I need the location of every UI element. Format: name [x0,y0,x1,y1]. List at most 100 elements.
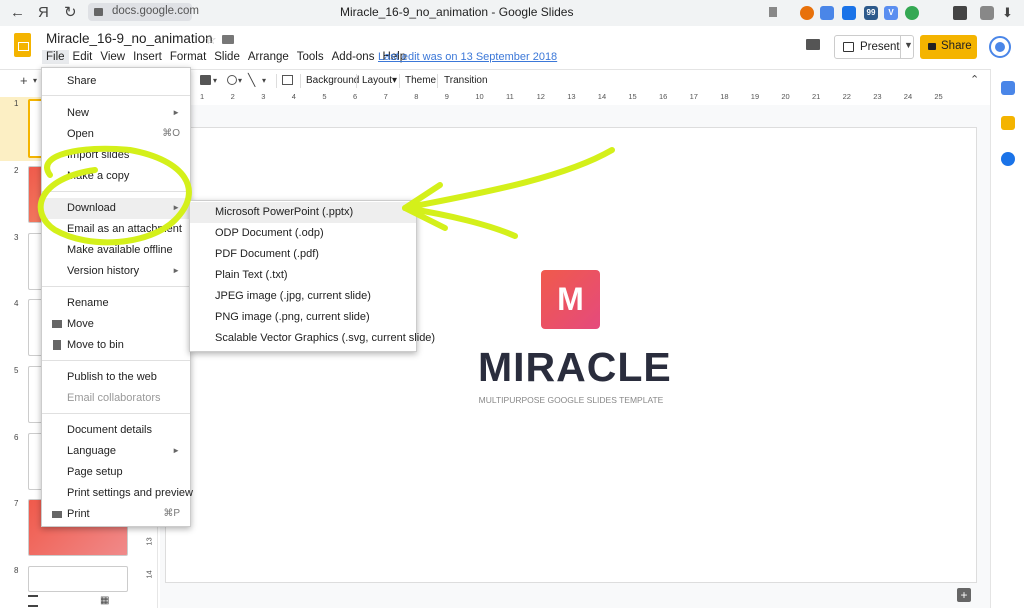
transition-button[interactable]: Transition [444,75,488,86]
present-icon [843,42,854,52]
menu-item-new[interactable]: New ► [42,103,190,124]
menu-item-print[interactable]: Print ⌘P [42,504,190,525]
slides-logo-icon[interactable] [14,33,31,57]
download-png[interactable]: PNG image (.png, current slide) [190,307,416,328]
menu-arrange[interactable]: Arrange [244,50,293,64]
menu-item-move-to-bin[interactable]: Move to bin [42,335,190,356]
ruler-number: 13 [567,92,576,101]
feedback-icon[interactable] [953,6,967,20]
translate-icon[interactable] [820,6,834,20]
extension-icon-1[interactable] [800,6,814,20]
shape-icon[interactable] [227,75,237,85]
menu-item-make-copy[interactable]: Make a copy [42,166,190,187]
avatar[interactable] [989,36,1011,58]
menu-item-email-attachment[interactable]: Email as an attachment [42,219,190,240]
present-button[interactable]: Present ▼ [834,35,914,59]
tasks-icon[interactable] [1001,152,1015,166]
layout-button[interactable]: Layout▾ [362,75,397,86]
comments-icon[interactable] [806,39,820,50]
menu-item-document-details[interactable]: Document details [42,420,190,441]
menu-item-rename[interactable]: Rename [42,293,190,314]
menu-item-label: Language [67,445,116,457]
chevron-right-icon: ► [172,108,180,117]
menu-view[interactable]: View [96,50,129,64]
document-title[interactable]: Miracle_16-9_no_animation [46,31,213,46]
menu-item-label: Version history [67,265,140,277]
reload-icon[interactable]: ↻ [64,4,77,22]
star-icon[interactable]: ☆ [205,32,217,48]
back-icon[interactable]: ← [10,4,25,22]
extension-v-icon[interactable]: V [884,6,898,20]
menu-item-label: Share [67,75,97,87]
ruler-number: 3 [261,92,266,101]
keep-icon[interactable] [1001,116,1015,130]
theme-button[interactable]: Theme [405,75,436,86]
extension-icon-4[interactable] [980,6,994,20]
calendar-icon[interactable] [1001,81,1015,95]
extension-icon-2[interactable] [842,6,856,20]
download-odp[interactable]: ODP Document (.odp) [190,223,416,244]
address-bar[interactable]: docs.google.com [88,3,199,21]
chevron-down-icon[interactable]: ▼ [904,40,913,50]
download-pdf[interactable]: PDF Document (.pdf) [190,244,416,265]
ruler-number: 20 [781,92,790,101]
extension-icon-3[interactable] [905,6,919,20]
chevron-down-icon[interactable]: ▾ [262,76,266,85]
chevron-down-icon[interactable]: ▾ [33,76,37,85]
add-slide-icon[interactable]: + [20,73,28,88]
background-button[interactable]: Background [306,75,359,86]
share-label: Share [941,40,972,52]
menu-item-publish-web[interactable]: Publish to the web [42,367,190,388]
slide-logo: M [541,270,600,329]
grid-view-icon[interactable]: ▦ [100,595,109,606]
collapse-toolbar-icon[interactable]: ⌃ [970,73,979,86]
menu-item-available-offline[interactable]: Make available offline [42,240,190,261]
ruler-number: 9 [444,92,449,101]
yandex-icon[interactable]: Я [38,4,49,22]
menu-item-import-slides[interactable]: Import slides [42,145,190,166]
menu-addons[interactable]: Add-ons [328,50,379,64]
last-edit-link[interactable]: Last edit was on 13 September 2018 [378,51,557,63]
image-icon[interactable] [200,75,211,85]
list-view-icon[interactable] [28,595,38,607]
download-jpg[interactable]: JPEG image (.jpg, current slide) [190,286,416,307]
folder-icon[interactable] [222,35,234,44]
menu-item-language[interactable]: Language ► [42,441,190,462]
menu-item-open[interactable]: Open ⌘O [42,124,190,145]
menu-item-download[interactable]: Download ► [42,198,190,219]
explore-button[interactable]: + [957,588,971,602]
menu-slide[interactable]: Slide [210,50,244,64]
toolbar-divider [276,74,277,88]
ruler-number: 2 [230,92,235,101]
comment-add-icon[interactable] [282,75,293,85]
menu-tools[interactable]: Tools [293,50,328,64]
toolbar-divider [356,74,357,88]
download-txt[interactable]: Plain Text (.txt) [190,265,416,286]
download-icon[interactable]: ⬇ [1002,4,1013,22]
menu-item-label: Make a copy [67,170,130,182]
menu-file[interactable]: File [42,50,69,64]
extension-badge-icon[interactable]: 99 [864,6,878,20]
ruler-number: 24 [903,92,913,101]
chevron-down-icon[interactable]: ▾ [238,76,242,85]
menu-item-share[interactable]: Share [42,71,190,92]
line-icon[interactable]: ╲ [248,73,255,87]
chevron-right-icon: ► [172,203,180,212]
download-svg[interactable]: Scalable Vector Graphics (.svg, current … [190,328,435,349]
bookmark-icon[interactable] [769,7,777,17]
download-pptx[interactable]: Microsoft PowerPoint (.pptx) [190,202,416,223]
trash-icon [53,340,61,350]
share-button[interactable]: Share [920,35,977,59]
slide-number: 8 [14,566,19,575]
menu-format[interactable]: Format [166,50,210,64]
menu-divider [42,95,190,96]
slide-thumbnail-8[interactable] [28,566,128,592]
menu-item-move[interactable]: Move [42,314,190,335]
menu-item-page-setup[interactable]: Page setup [42,462,190,483]
chevron-down-icon[interactable]: ▾ [213,76,217,85]
menu-item-print-settings[interactable]: Print settings and preview [42,483,193,504]
ruler-number: 5 [322,92,327,101]
menu-edit[interactable]: Edit [69,50,97,64]
menu-insert[interactable]: Insert [129,50,166,64]
menu-item-version-history[interactable]: Version history ► [42,261,190,282]
